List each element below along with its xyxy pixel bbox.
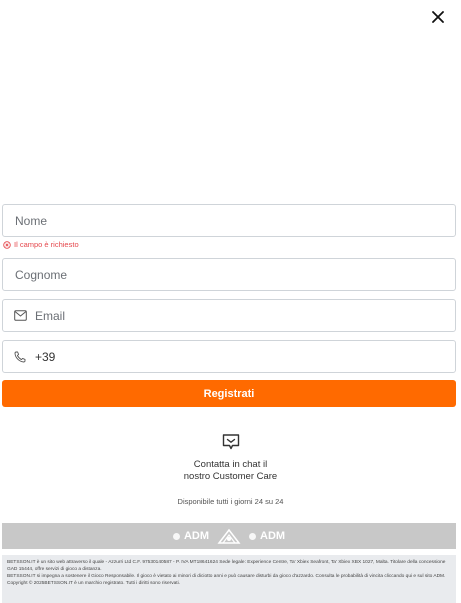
regulator-badges: ADM ADM bbox=[2, 523, 456, 549]
register-button[interactable]: Registrati bbox=[2, 380, 456, 407]
close-icon bbox=[432, 11, 444, 23]
error-icon bbox=[3, 240, 11, 249]
close-button[interactable] bbox=[429, 8, 447, 26]
cognome-placeholder: Cognome bbox=[15, 267, 68, 282]
email-field[interactable]: Email bbox=[2, 299, 456, 332]
adm-emblem-icon bbox=[217, 528, 241, 544]
nome-placeholder: Nome bbox=[15, 213, 48, 228]
mail-icon bbox=[14, 309, 28, 323]
legal-line-1: BETSSON.IT è un sito web attraverso il q… bbox=[7, 560, 446, 572]
phone-icon bbox=[14, 350, 28, 364]
chat-line1: Contatta in chat il bbox=[193, 459, 268, 470]
adm-right-label: ADM bbox=[260, 530, 286, 542]
adm-badge-right: ADM bbox=[249, 530, 285, 542]
legal-line-3: Copyright © 2025BETSSON.IT è un marchio … bbox=[7, 581, 181, 586]
nome-error-text: Il campo è richiesto bbox=[14, 240, 79, 249]
nome-error: Il campo è richiesto bbox=[3, 240, 79, 249]
chat-icon bbox=[222, 434, 239, 450]
adm-badge-left: ADM bbox=[172, 530, 209, 542]
adm-dot-icon bbox=[172, 532, 180, 540]
legal-line-2: BETSSON.IT si impegna a sostenere il Gio… bbox=[7, 574, 446, 579]
adm-left-label: ADM bbox=[183, 530, 209, 542]
email-placeholder: Email bbox=[35, 308, 66, 323]
phone-prefix: +39 bbox=[35, 349, 56, 364]
phone-field[interactable]: +39 bbox=[2, 340, 456, 373]
nome-field[interactable]: Nome bbox=[2, 204, 456, 237]
legal-footer: BETSSON.IT è un sito web attraverso il q… bbox=[2, 555, 456, 603]
cognome-field[interactable]: Cognome bbox=[2, 258, 456, 291]
adm-dot-icon bbox=[249, 532, 256, 540]
chat-line2: nostro Customer Care bbox=[183, 471, 278, 482]
chat-support[interactable]: Contatta in chat il nostro Customer Care bbox=[0, 434, 461, 483]
availability-text: Disponibile tutti i giorni 24 su 24 bbox=[177, 497, 284, 506]
